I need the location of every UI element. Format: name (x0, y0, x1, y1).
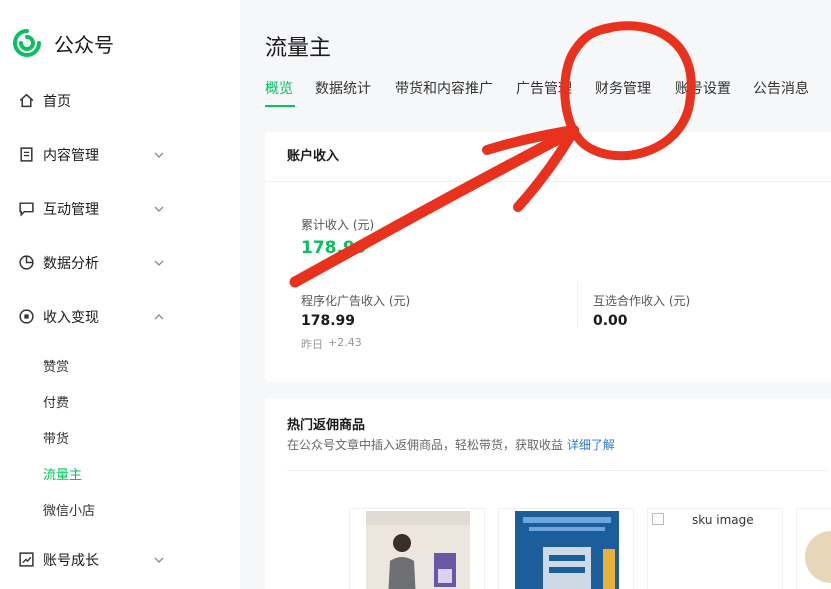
growth-icon (19, 552, 34, 567)
tab-commerce-promotion[interactable]: 带货和内容推广 (395, 78, 493, 98)
card-description: 在公众号文章中插入返佣商品，轻松带货，获取收益 详细了解 (287, 436, 615, 453)
tab-data-stats[interactable]: 数据统计 (315, 78, 371, 98)
pie-chart-icon (19, 255, 34, 270)
chevron-down-icon (154, 152, 164, 158)
sidebar-item-analytics[interactable]: 数据分析 (0, 245, 240, 281)
chat-icon (19, 202, 34, 217)
product-card[interactable]: sku image (647, 508, 783, 589)
program-ad-income-value: 178.99 (301, 313, 356, 329)
mutual-income-value: 0.00 (593, 313, 628, 329)
brand-name: 公众号 (54, 32, 114, 57)
yesterday-change: +2.43 (328, 336, 362, 349)
chevron-down-icon (154, 557, 164, 563)
account-income-card: 账户收入 累计收入 (元) 178.99 程序化广告收入 (元) 178.99 … (265, 132, 831, 382)
tab-finance[interactable]: 财务管理 (595, 78, 651, 98)
program-ad-income-label: 程序化广告收入 (元) (301, 294, 411, 308)
main-content: 流量主 概览 数据统计 带货和内容推广 广告管理 财务管理 账号设置 公告消息 … (240, 0, 831, 589)
chevron-down-icon (154, 206, 164, 212)
sidebar-item-home[interactable]: 首页 (0, 83, 240, 119)
card-title: 热门返佣商品 (287, 418, 366, 433)
broken-image-icon (652, 513, 664, 525)
product-image-partial (797, 509, 831, 589)
description-text: 在公众号文章中插入返佣商品，轻松带货，获取收益 (287, 438, 564, 452)
chevron-down-icon (154, 260, 164, 266)
total-income-label: 累计收入 (元) (301, 218, 375, 232)
page-title: 流量主 (265, 36, 332, 61)
sidebar-subitem-paid[interactable]: 付费 (43, 392, 69, 411)
sidebar-item-label: 互动管理 (43, 202, 99, 218)
tab-account-settings[interactable]: 账号设置 (675, 78, 731, 98)
chevron-up-icon (154, 314, 164, 320)
sidebar-subitem-reward[interactable]: 赞赏 (43, 356, 69, 375)
yesterday-label: 昨日 (301, 338, 323, 351)
brand[interactable]: 公众号 (12, 28, 114, 58)
home-icon (19, 93, 34, 108)
sidebar-item-label: 内容管理 (43, 148, 99, 164)
tab-ad-management[interactable]: 广告管理 (516, 78, 572, 98)
coin-icon (19, 309, 34, 324)
sidebar-item-label: 账号成长 (43, 553, 99, 569)
learn-more-link[interactable]: 详细了解 (567, 438, 615, 452)
sidebar-item-label: 收入变现 (43, 310, 99, 326)
sidebar: 公众号 首页 内容管理 互动管理 数据分析 收入变现 赞赏 付费 带货 流量主 … (0, 0, 240, 589)
mutual-income-label: 互选合作收入 (元) (593, 294, 691, 308)
sidebar-item-label: 首页 (43, 94, 71, 110)
sidebar-item-monetization[interactable]: 收入变现 (0, 299, 240, 335)
sidebar-subitem-commerce[interactable]: 带货 (43, 428, 69, 447)
sidebar-subitem-wechat-store[interactable]: 微信小店 (43, 500, 95, 519)
product-card[interactable] (796, 508, 831, 589)
sidebar-item-label: 数据分析 (43, 256, 99, 272)
active-tab-indicator (265, 105, 295, 107)
sidebar-item-content[interactable]: 内容管理 (0, 137, 240, 173)
column-divider (577, 282, 578, 327)
sidebar-item-account-growth[interactable]: 账号成长 (0, 542, 240, 578)
product-card[interactable] (349, 508, 485, 589)
tab-announcements[interactable]: 公告消息 (753, 78, 809, 98)
hot-products-card: 热门返佣商品 在公众号文章中插入返佣商品，轻松带货，获取收益 详细了解 sku … (265, 398, 831, 589)
tab-overview[interactable]: 概览 (265, 78, 293, 98)
card-title: 账户收入 (265, 132, 831, 182)
wechat-mp-logo-icon (13, 29, 41, 57)
sidebar-subitem-traffic-master[interactable]: 流量主 (43, 464, 82, 483)
product-card[interactable] (498, 508, 634, 589)
total-income-value: 178.99 (301, 238, 367, 258)
document-icon (20, 147, 33, 162)
product-image-book-store (499, 509, 633, 589)
product-image-fashion (350, 509, 484, 589)
image-alt-text: sku image (692, 513, 754, 527)
sidebar-item-interaction[interactable]: 互动管理 (0, 191, 240, 227)
divider (287, 470, 827, 471)
